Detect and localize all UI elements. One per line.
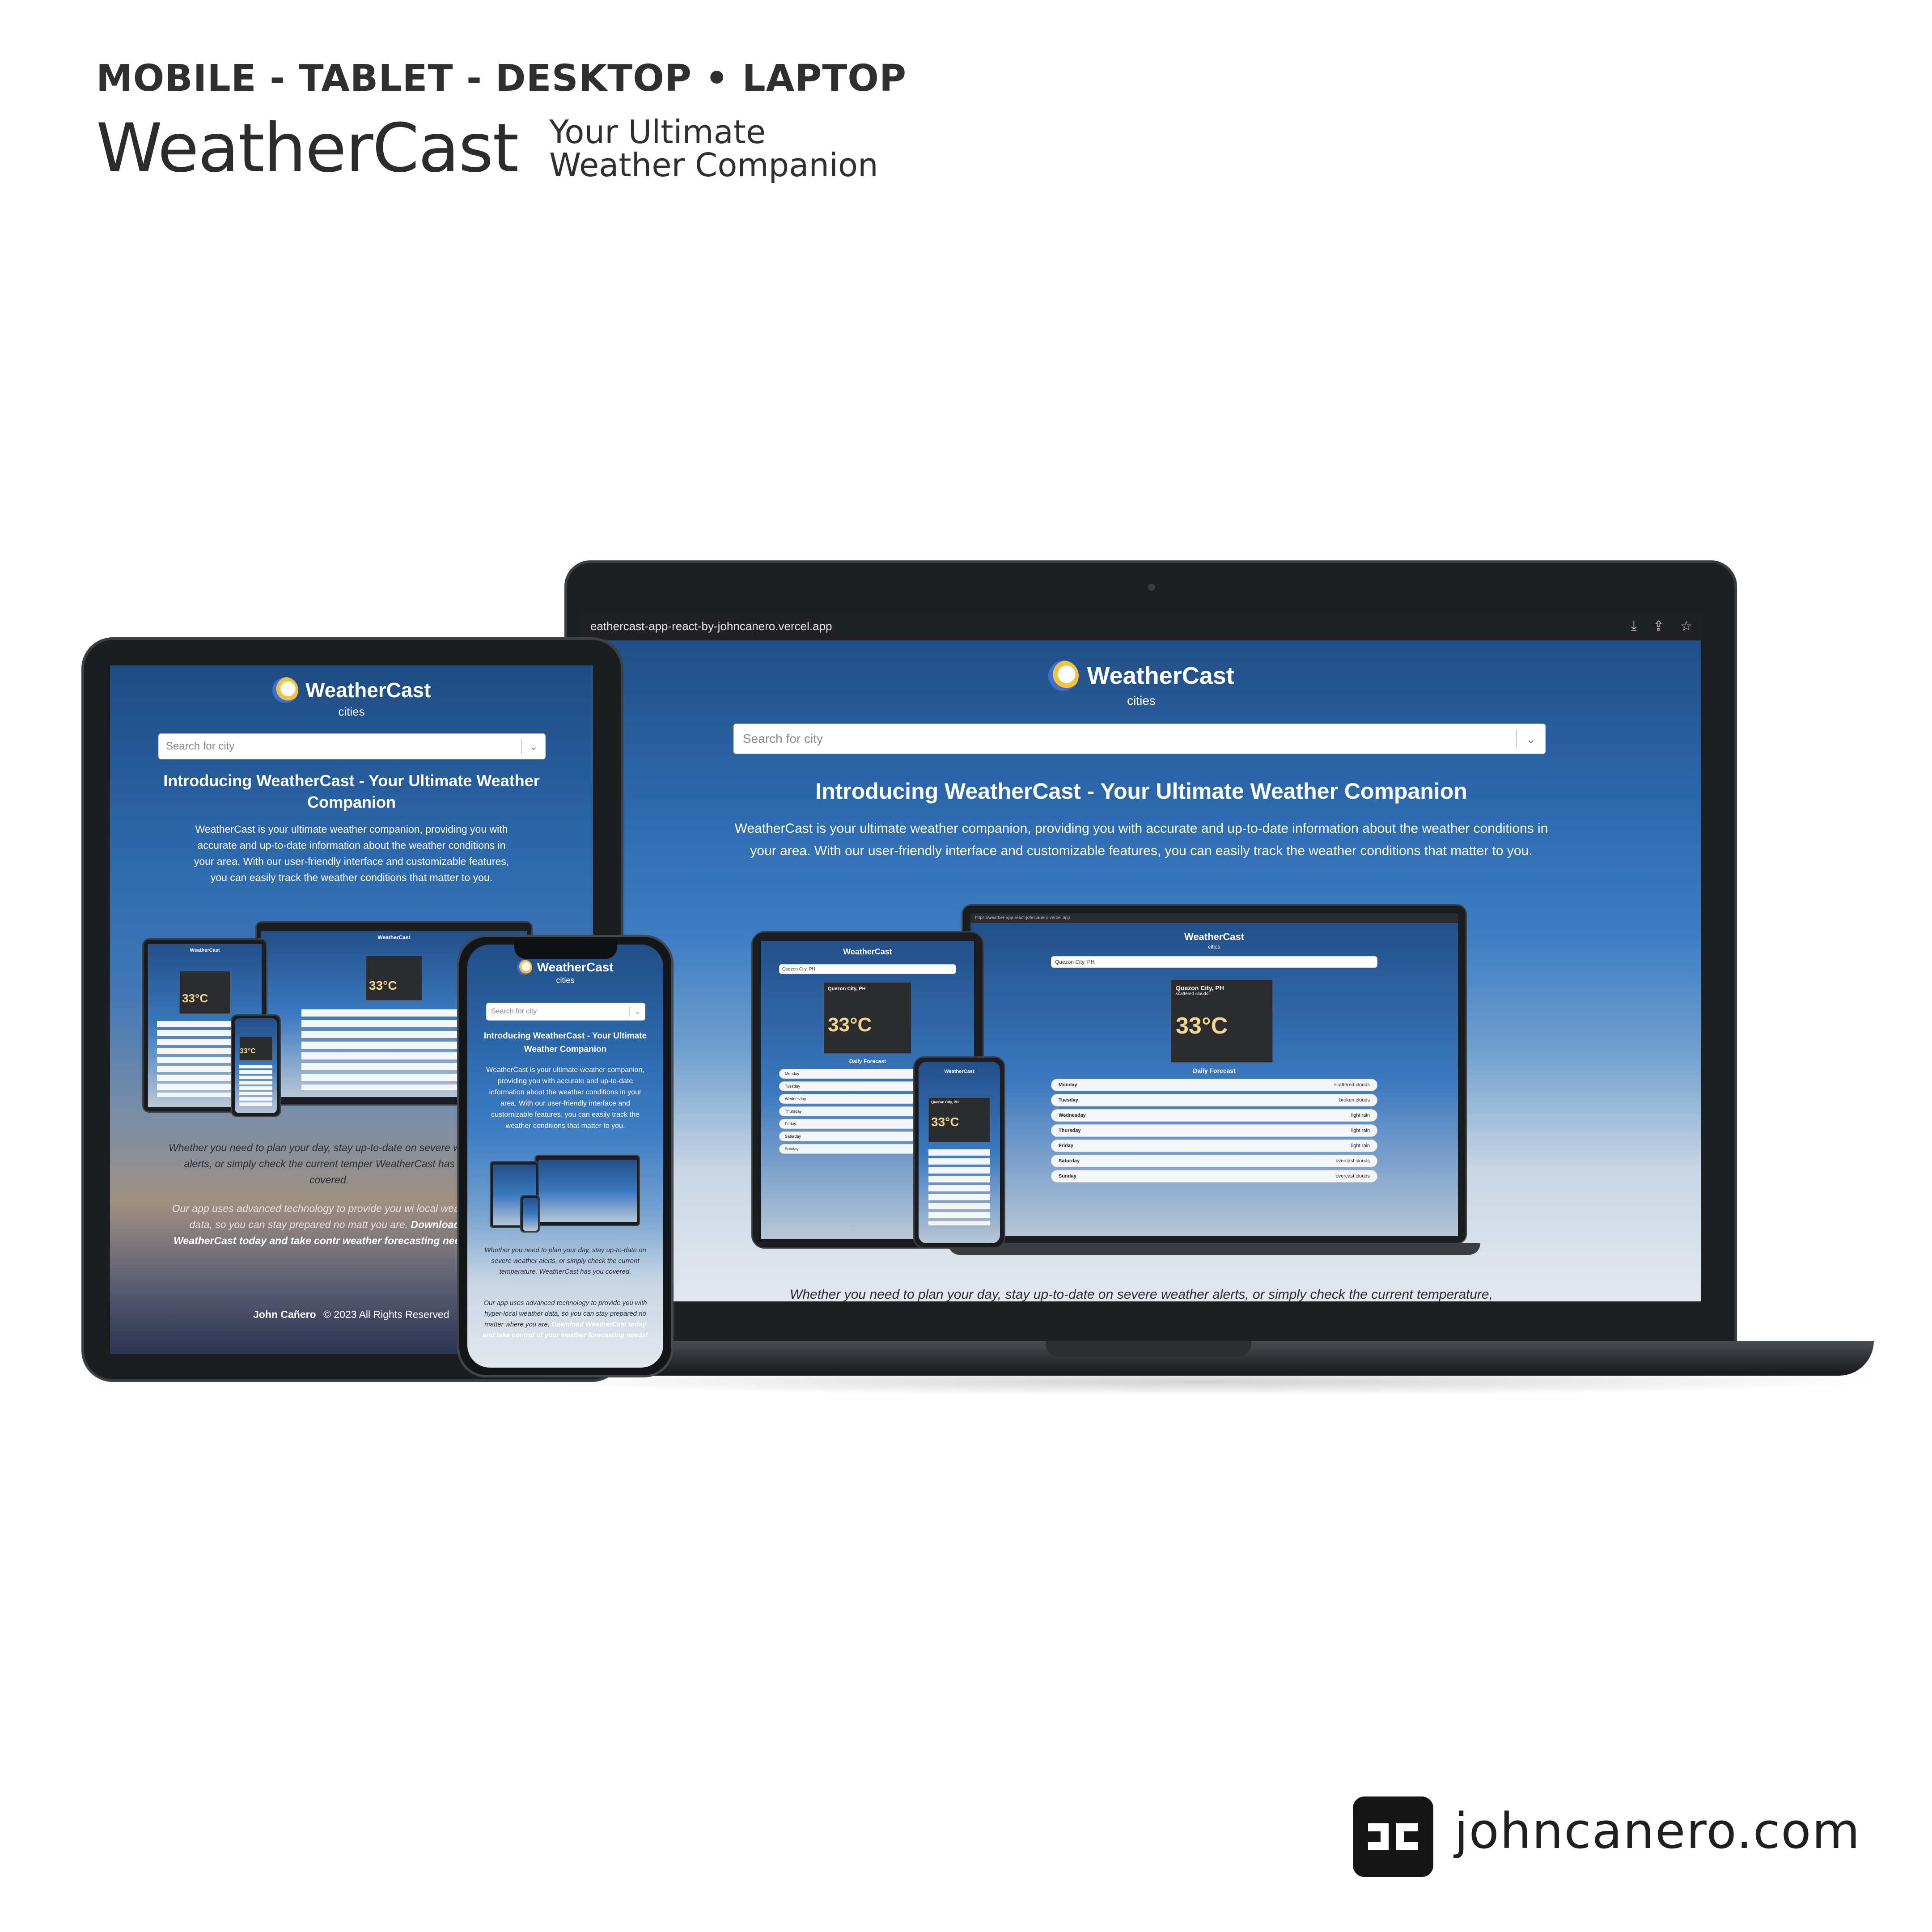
nested-forecast-row: Sunday overcast clouds: [1051, 1170, 1377, 1182]
tablet-nested-tablet-card: 33°C: [179, 971, 230, 1014]
laptop-camera: [1148, 584, 1155, 591]
weathercast-logo-icon: [272, 677, 298, 703]
tagline: Your Ultimate Weather Companion: [549, 115, 878, 182]
footer-rights: © 2023 All Rights Reserved: [323, 1309, 449, 1320]
phone-app-header: WeatherCast cities: [467, 960, 663, 985]
johncanero-logo-icon: [1353, 1796, 1433, 1877]
nested-laptop-screen: WeatherCast cities Quezon City, PH Quezo…: [970, 923, 1458, 1236]
laptop-screen: WeatherCast cities Search for city ⌄ Int…: [581, 640, 1701, 1301]
phone-intro-body: WeatherCast is your ultimate weather com…: [486, 1066, 644, 1130]
tagline-line-2: Weather Companion: [549, 146, 878, 184]
nested-forecast-row: Friday light rain: [1051, 1140, 1377, 1152]
tablet-nested-phone-forecast: [239, 1065, 272, 1108]
nested-weather-card: Quezon City, PH scattered clouds 33°C: [1171, 979, 1273, 1063]
nested-browser-bar: https://weather-app-react-johncanero.ver…: [970, 913, 1458, 923]
nested-search-input: Quezon City, PH: [1051, 956, 1377, 968]
devices-caption: MOBILE - TABLET - DESKTOP • LAPTOP: [96, 57, 907, 100]
brand-website[interactable]: johncanero.com: [1454, 1802, 1861, 1860]
nested-phone-forecast: [928, 1149, 990, 1225]
tablet-intro-body: WeatherCast is your ultimate weather com…: [194, 823, 509, 883]
phone-notch: [514, 939, 617, 959]
tablet-nested-phone: 33°C: [231, 1014, 281, 1117]
chevron-down-icon[interactable]: ⌄: [629, 1006, 645, 1017]
nested-forecast-row: Wednesday light rain: [1051, 1109, 1377, 1122]
download-icon[interactable]: ⤓: [1631, 619, 1637, 634]
nested-desc: scattered clouds: [1176, 991, 1208, 996]
phone-screen: WeatherCast cities Search for city ⌄ Int…: [467, 945, 663, 1368]
phone-intro-heading: Introducing WeatherCast - Your Ultimate …: [483, 1031, 647, 1054]
nested-forecast-row: Tuesday broken clouds: [1051, 1094, 1377, 1106]
nested-tablet-weather-card: Quezon City, PH 33°C: [824, 982, 911, 1054]
star-icon[interactable]: ☆: [1680, 619, 1692, 634]
nested-phone-screen: WeatherCast Quezon City, PH 33°C: [919, 1062, 1000, 1243]
laptop-bottom-text: Whether you need to plan your day, stay …: [790, 1287, 1493, 1301]
tablet-nested-phone-screen: 33°C: [235, 1018, 277, 1113]
nested-tablet-search: Quezon City, PH: [779, 964, 956, 974]
nested-city: Quezon City, PH: [1176, 984, 1224, 991]
browser-url[interactable]: eathercast-app-react-by-johncanero.verce…: [590, 619, 832, 633]
nested-app-name: WeatherCast: [1184, 931, 1245, 942]
phone-search-placeholder: Search for city: [491, 1008, 537, 1015]
nested-forecast-list: Monday scattered clouds Tuesday broken clo…: [1051, 1079, 1377, 1185]
page-title: WeatherCast: [96, 110, 519, 187]
intro-body: WeatherCast is your ultimate weather com…: [734, 821, 1548, 858]
nested-daily-label: Daily Forecast: [1193, 1067, 1236, 1074]
phone-nested-laptop-screen: [538, 1160, 637, 1222]
app-header: WeatherCast cities: [581, 661, 1701, 708]
nested-phone-app-name: WeatherCast: [944, 1069, 974, 1074]
weathercast-logo-icon: [1048, 661, 1079, 691]
tablet-nested-card: 33°C: [366, 956, 422, 1000]
tablet-para-2: Whether you need to plan your day, stay …: [168, 1142, 490, 1186]
nested-forecast-row: Monday scattered clouds: [1051, 1079, 1377, 1091]
phone-search-input[interactable]: Search for city ⌄: [486, 1003, 645, 1021]
browser-actions: ⤓ ⇪ ☆: [1631, 619, 1701, 634]
laptop-hinge-notch: [1046, 1341, 1251, 1357]
nested-temperature: 33°C: [1176, 1013, 1228, 1039]
nested-tablet-app-name: WeatherCast: [843, 947, 892, 956]
tablet-nested-phone-card: 33°C: [239, 1036, 272, 1060]
app-subtitle: cities: [1127, 694, 1156, 708]
jc-logo-mark: [1368, 1823, 1418, 1850]
tablet-para-3: Our app uses advanced technology to prov…: [172, 1203, 478, 1246]
nested-forecast-row: Thursday light rain: [1051, 1124, 1377, 1137]
search-placeholder: Search for city: [743, 732, 823, 746]
nested-phone-weather-card: Quezon City, PH 33°C: [928, 1097, 990, 1142]
tablet-app-name: WeatherCast: [305, 678, 431, 702]
phone-para-3: Our app uses advanced technology to prov…: [483, 1299, 648, 1339]
phone-para-2: Whether you need to plan your day, stay …: [484, 1246, 646, 1275]
tablet-app-header: WeatherCast cities: [110, 677, 593, 719]
app-name: WeatherCast: [1087, 662, 1234, 689]
phone-app-subtitle: cities: [556, 976, 575, 985]
chevron-down-icon[interactable]: ⌄: [521, 739, 545, 754]
tablet-intro-heading: Introducing WeatherCast - Your Ultimate …: [163, 771, 540, 811]
tablet-search-input[interactable]: Search for city ⌄: [158, 733, 546, 759]
phone-nested-phone: [520, 1195, 540, 1233]
search-input[interactable]: Search for city ⌄: [733, 724, 1546, 754]
weathercast-logo-icon: [517, 960, 533, 975]
tablet-footer: John Cañero © 2023 All Rights Reserved: [253, 1309, 477, 1321]
tagline-line-1: Your Ultimate: [549, 113, 766, 151]
chevron-down-icon[interactable]: ⌄: [1516, 730, 1545, 748]
nested-laptop-base: [948, 1243, 1480, 1255]
share-icon[interactable]: ⇪: [1653, 619, 1664, 634]
footer-name: John Cañero: [253, 1309, 316, 1320]
browser-address-bar[interactable]: eathercast-app-react-by-johncanero.verce…: [581, 612, 1701, 640]
nested-forecast-row: Saturday overcast clouds: [1051, 1155, 1377, 1167]
tablet-app-subtitle: cities: [338, 705, 365, 718]
phone-nested-laptop: [534, 1155, 640, 1226]
phone-nested-phone-screen: [523, 1198, 538, 1231]
phone-app-name: WeatherCast: [537, 960, 614, 974]
tablet-search-placeholder: Search for city: [166, 740, 235, 752]
nested-app-subtitle: cities: [1208, 944, 1220, 950]
intro-heading: Introducing WeatherCast - Your Ultimate …: [815, 779, 1467, 804]
